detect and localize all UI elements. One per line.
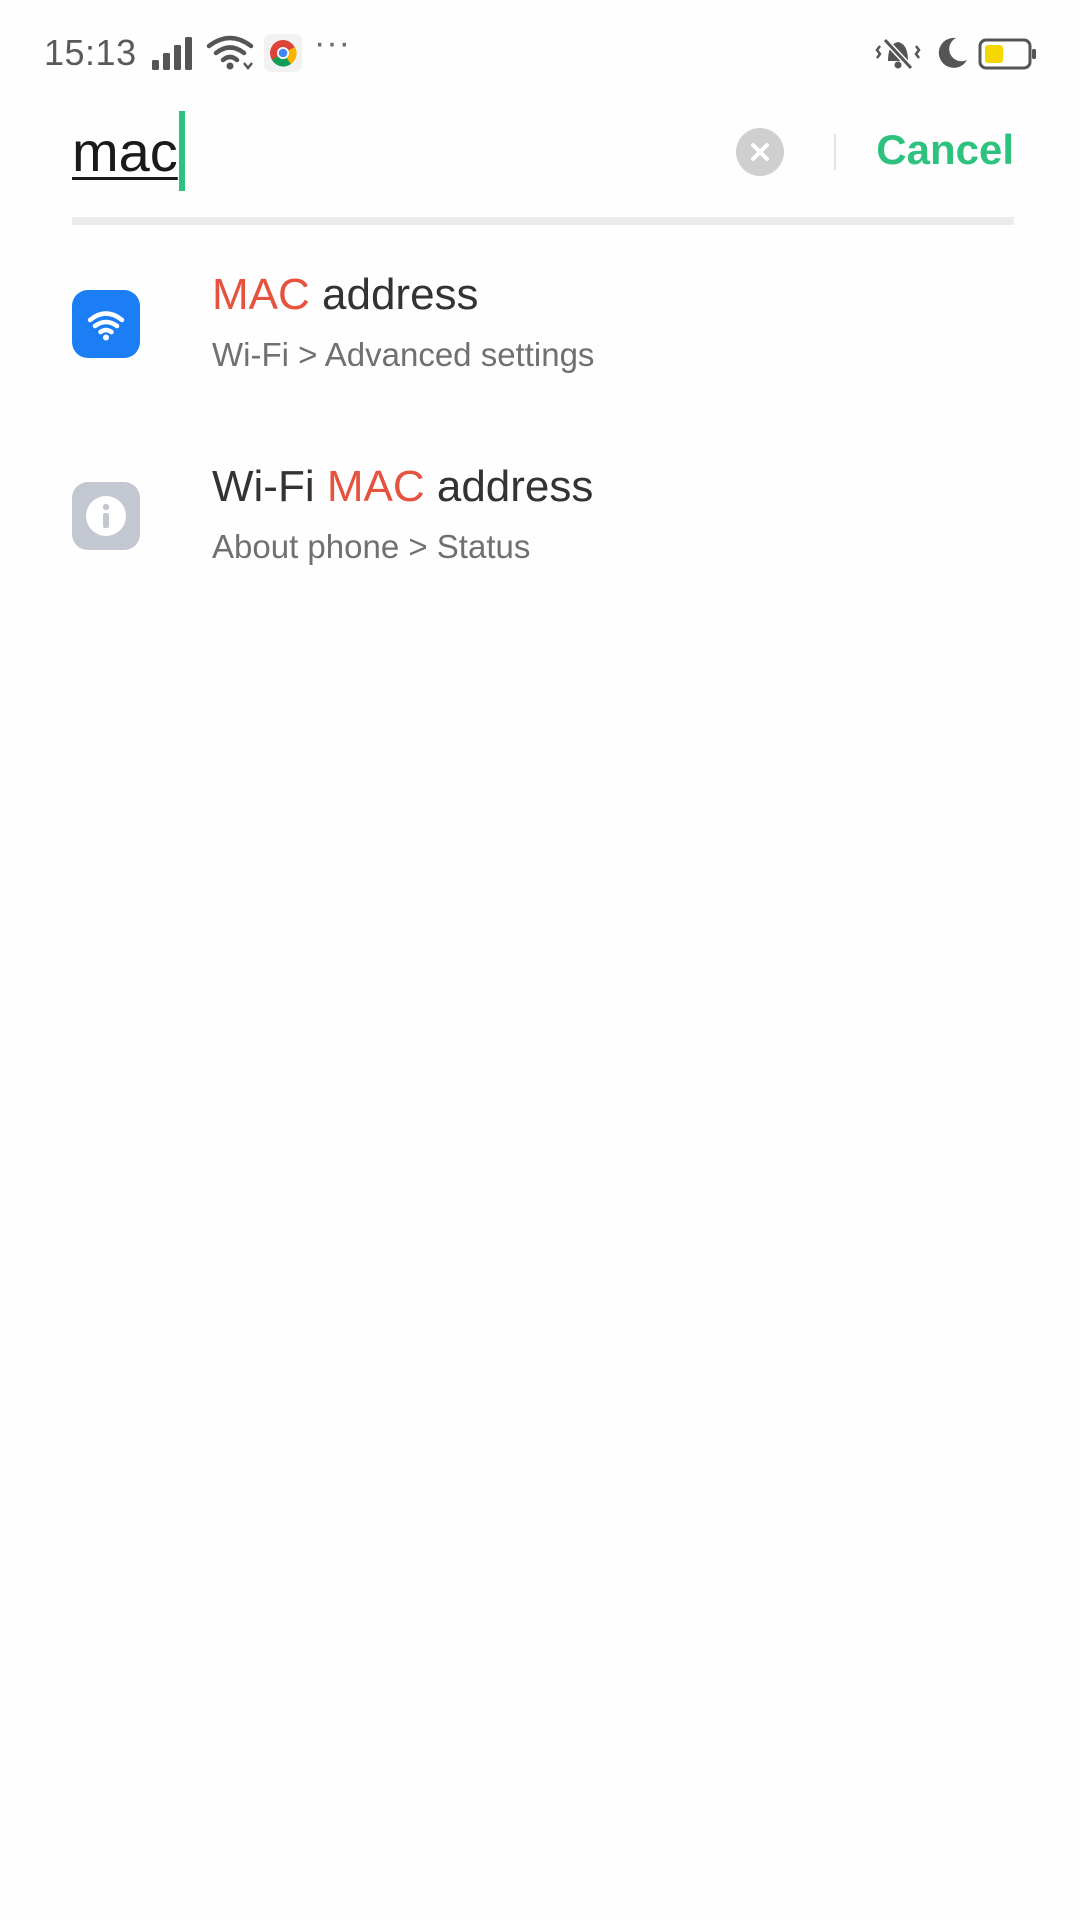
info-icon xyxy=(72,482,140,550)
more-notifications-icon: ··· xyxy=(314,24,351,62)
search-input[interactable]: mac xyxy=(72,110,185,192)
result-item-wifi-mac-address[interactable]: Wi-Fi MAC address About phone > Status xyxy=(0,422,1080,614)
result-item-mac-address[interactable]: MAC address Wi-Fi > Advanced settings xyxy=(0,230,1080,422)
wifi-icon xyxy=(206,35,254,71)
search-underline xyxy=(72,217,1014,225)
text-cursor xyxy=(178,111,185,191)
signal-icon xyxy=(152,37,192,70)
search-query-text: mac xyxy=(72,119,178,183)
clear-search-button[interactable] xyxy=(736,128,784,176)
status-bar: 15:13 ··· xyxy=(0,0,1080,110)
result-title: Wi-Fi MAC address xyxy=(212,462,594,511)
result-path: About phone > Status xyxy=(212,528,531,565)
vibrate-icon xyxy=(875,37,921,71)
status-time: 15:13 xyxy=(44,32,137,73)
result-path: Wi-Fi > Advanced settings xyxy=(212,336,595,373)
search-results-list: MAC address Wi-Fi > Advanced settings Wi… xyxy=(0,230,1080,614)
chrome-icon xyxy=(264,34,302,72)
result-title-highlight: MAC xyxy=(212,270,310,319)
search-bar: mac Cancel xyxy=(0,110,1080,230)
cancel-button[interactable]: Cancel xyxy=(876,126,1014,174)
search-divider xyxy=(834,134,836,170)
battery-icon xyxy=(978,38,1036,70)
wifi-settings-icon xyxy=(72,290,140,358)
result-title: MAC address xyxy=(212,270,479,319)
result-title-highlight: MAC xyxy=(326,462,425,511)
close-icon xyxy=(751,143,769,161)
moon-icon xyxy=(938,37,967,68)
settings-search-screen: 15:13 ··· mac Cancel MAC address Wi-Fi >… xyxy=(0,0,1080,1920)
